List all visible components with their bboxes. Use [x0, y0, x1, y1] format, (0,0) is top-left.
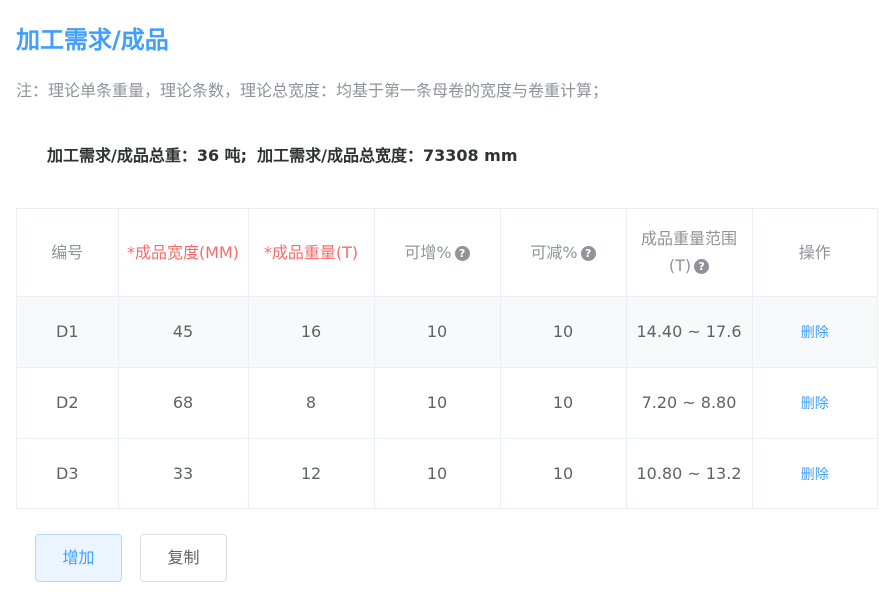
- cell-weight: 16: [248, 296, 375, 368]
- header-decrease-label: 可减%: [530, 242, 578, 262]
- table-row: D3 33 12 10 10 10.80 ~ 13.2 删除: [17, 438, 877, 509]
- cell-weight: 8: [248, 367, 375, 439]
- cell-width: 33: [118, 438, 249, 509]
- total-width-text: 加工需求/成品总宽度：73308 mm: [257, 146, 518, 165]
- header-range-label: 成品重量范围(T): [640, 229, 737, 276]
- question-circle-icon[interactable]: ?: [580, 245, 596, 261]
- calculation-note: 注：理论单条重量，理论条数，理论总宽度：均基于第一条母卷的宽度与卷重计算；: [16, 81, 609, 100]
- cell-weight: 12: [248, 438, 375, 509]
- cell-range: 14.40 ~ 17.6: [626, 296, 753, 368]
- header-decrease: 可减%?: [500, 209, 627, 297]
- table-header-row: 编号 *成品宽度(MM) *成品重量(T) 可增%? 可减%? 成品重量范围(T…: [17, 209, 877, 297]
- header-action: 操作: [752, 209, 877, 297]
- total-weight-text: 加工需求/成品总重：36 吨;: [47, 146, 248, 165]
- cell-increase: 10: [374, 296, 501, 368]
- product-table: 编号 *成品宽度(MM) *成品重量(T) 可增%? 可减%? 成品重量范围(T…: [16, 208, 878, 509]
- cell-action: 删除: [752, 367, 877, 439]
- add-button[interactable]: 增加: [35, 534, 122, 582]
- header-code: 编号: [17, 209, 119, 297]
- question-circle-icon[interactable]: ?: [454, 245, 470, 261]
- page-title: 加工需求/成品: [16, 26, 169, 54]
- cell-code: D2: [17, 367, 119, 439]
- cell-decrease: 10: [500, 438, 627, 509]
- summary-line: 加工需求/成品总重：36 吨; 加工需求/成品总宽度：73308 mm: [47, 145, 518, 167]
- question-circle-icon[interactable]: ?: [694, 259, 710, 275]
- header-weight-label: *成品重量(T): [263, 242, 359, 262]
- copy-button[interactable]: 复制: [140, 534, 227, 582]
- cell-code: D3: [17, 438, 119, 509]
- cell-increase: 10: [374, 367, 501, 439]
- header-range: 成品重量范围(T)?: [626, 209, 753, 297]
- cell-decrease: 10: [500, 367, 627, 439]
- header-width: *成品宽度(MM): [118, 209, 249, 297]
- cell-range: 10.80 ~ 13.2: [626, 438, 753, 509]
- header-increase: 可增%?: [374, 209, 501, 297]
- cell-decrease: 10: [500, 296, 627, 368]
- cell-action: 删除: [752, 438, 877, 509]
- header-width-label: *成品宽度(MM): [126, 242, 240, 262]
- table-row: D2 68 8 10 10 7.20 ~ 8.80 删除: [17, 367, 877, 439]
- table-row: D1 45 16 10 10 14.40 ~ 17.6 删除: [17, 296, 877, 368]
- cell-increase: 10: [374, 438, 501, 509]
- cell-width: 45: [118, 296, 249, 368]
- cell-width: 68: [118, 367, 249, 439]
- cell-range: 7.20 ~ 8.80: [626, 367, 753, 439]
- delete-link[interactable]: 删除: [801, 396, 829, 412]
- header-increase-label: 可增%: [404, 242, 452, 262]
- cell-action: 删除: [752, 296, 877, 368]
- delete-link[interactable]: 删除: [801, 467, 829, 483]
- cell-code: D1: [17, 296, 119, 368]
- delete-link[interactable]: 删除: [801, 325, 829, 341]
- header-weight: *成品重量(T): [248, 209, 375, 297]
